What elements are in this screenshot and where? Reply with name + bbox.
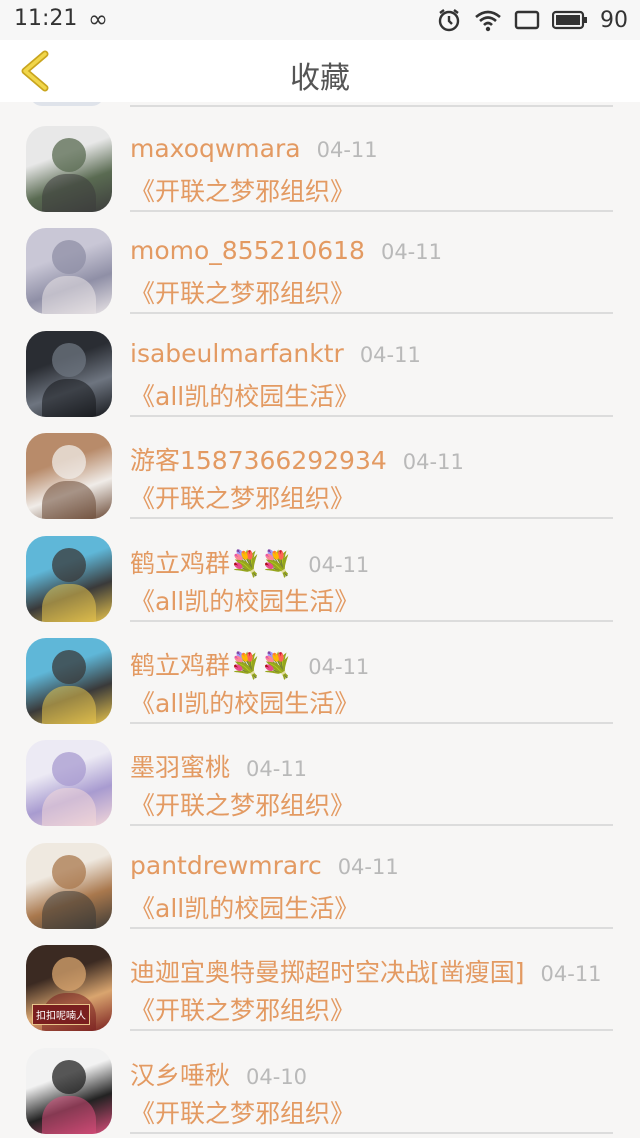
avatar[interactable] bbox=[26, 330, 112, 417]
username[interactable]: maxoqwmara bbox=[130, 134, 301, 163]
item-header: 迪迦宜奥特曼掷超时空决战[凿瘦国] 04-11 bbox=[130, 953, 602, 989]
avatar-figure-body bbox=[42, 686, 96, 724]
alarm-icon bbox=[438, 9, 460, 32]
item-date: 04-10 bbox=[246, 1064, 308, 1089]
avatar-figure bbox=[52, 752, 86, 787]
avatar-figure-body bbox=[42, 890, 96, 929]
list-item[interactable]: 扣扣呢喃人 迪迦宜奥特曼掷超时空决战[凿瘦国] 04-11 《开联之梦邪组织》 bbox=[0, 925, 640, 1032]
item-header: 游客1587366292934 04-11 bbox=[130, 441, 464, 477]
avatar-figure bbox=[52, 854, 86, 889]
item-date: 04-11 bbox=[308, 655, 370, 679]
status-time: 11:21 bbox=[14, 6, 78, 31]
status-bar: 11:21 ∞ 90 bbox=[0, 0, 640, 40]
screen-icon bbox=[514, 10, 540, 30]
avatar[interactable] bbox=[26, 638, 112, 724]
avatar-figure bbox=[52, 138, 86, 172]
avatar-figure-body bbox=[42, 788, 96, 827]
avatar-figure-body bbox=[42, 276, 96, 315]
list-item[interactable]: pantdrewmrarc 04-11 《all凯的校园生活》 bbox=[0, 823, 640, 929]
list-item[interactable]: 墨羽蜜桃 04-11 《开联之梦邪组织》 bbox=[0, 720, 640, 827]
book-title[interactable]: 《开联之梦邪组织》 bbox=[130, 786, 355, 822]
divider bbox=[130, 1131, 613, 1134]
username[interactable]: pantdrewmrarc bbox=[130, 851, 322, 880]
item-date: 04-11 bbox=[540, 962, 602, 987]
list-item[interactable]: isabeulmarfanktr 04-11 《all凯的校园生活》 bbox=[0, 311, 640, 417]
item-header: 汉乡唾秋 04-10 bbox=[130, 1056, 307, 1092]
header-bar: 收藏 bbox=[0, 40, 640, 102]
item-header: maxoqwmara 04-11 bbox=[130, 134, 378, 163]
list-item[interactable]: 游客1587366292934 04-11 《开联之梦邪组织》 bbox=[0, 413, 640, 520]
username[interactable]: isabeulmarfanktr bbox=[130, 339, 344, 368]
favorites-list: maxoqwmara 04-11 《开联之梦邪组织》 momo_855210618… bbox=[0, 102, 640, 1138]
item-date: 04-11 bbox=[316, 138, 378, 162]
username[interactable]: 墨羽蜜桃 bbox=[130, 753, 230, 782]
book-title[interactable]: 《all凯的校园生活》 bbox=[130, 582, 359, 618]
username[interactable]: 汉乡唾秋 bbox=[130, 1061, 230, 1090]
book-title[interactable]: 《开联之梦邪组织》 bbox=[130, 274, 355, 310]
avatar[interactable]: 扣扣呢喃人 bbox=[26, 945, 112, 1032]
item-date: 04-11 bbox=[308, 552, 370, 577]
avatar-figure-body bbox=[42, 378, 96, 417]
avatar-badge: 扣扣呢喃人 bbox=[32, 1004, 90, 1026]
item-header: 鹤立鸡群💐💐 04-11 bbox=[130, 646, 369, 682]
battery-percentage: 90 bbox=[600, 7, 628, 33]
username[interactable]: momo_855210618 bbox=[130, 236, 365, 265]
item-header: 鹤立鸡群💐💐 04-11 bbox=[130, 544, 369, 580]
avatar[interactable] bbox=[26, 433, 112, 520]
avatar-figure bbox=[52, 547, 86, 582]
item-header: isabeulmarfanktr 04-11 bbox=[130, 339, 421, 368]
avatar-figure-body bbox=[42, 1095, 96, 1134]
list-item[interactable]: 鹤立鸡群💐💐 04-11 《all凯的校园生活》 bbox=[0, 516, 640, 622]
page-title: 收藏 bbox=[290, 61, 350, 96]
item-header: momo_855210618 04-11 bbox=[130, 236, 442, 265]
book-title[interactable]: 《开联之梦邪组织》 bbox=[130, 172, 355, 208]
avatar[interactable] bbox=[26, 126, 112, 212]
list-item[interactable]: momo_855210618 04-11 《开联之梦邪组织》 bbox=[0, 208, 640, 315]
avatar-figure bbox=[52, 957, 86, 992]
book-title[interactable]: 《all凯的校园生活》 bbox=[130, 377, 359, 413]
list-item[interactable]: 汉乡唾秋 04-10 《开联之梦邪组织》 bbox=[0, 1028, 640, 1134]
list-item[interactable]: 鹤立鸡群💐💐 04-11 《all凯的校园生活》 bbox=[0, 618, 640, 724]
avatar-figure bbox=[52, 342, 86, 377]
item-date: 04-11 bbox=[359, 342, 421, 367]
avatar-figure-body bbox=[42, 481, 96, 520]
avatar-figure bbox=[52, 650, 86, 684]
username[interactable]: 游客1587366292934 bbox=[130, 446, 387, 475]
book-title[interactable]: 《开联之梦邪组织》 bbox=[130, 991, 355, 1027]
book-title[interactable]: 《all凯的校园生活》 bbox=[130, 889, 359, 925]
book-title[interactable]: 《all凯的校园生活》 bbox=[130, 684, 359, 720]
avatar[interactable] bbox=[26, 228, 112, 315]
avatar-figure bbox=[52, 445, 86, 480]
list-item[interactable]: maxoqwmara 04-11 《开联之梦邪组织》 bbox=[0, 106, 640, 212]
item-date: 04-11 bbox=[402, 450, 464, 475]
item-date: 04-11 bbox=[380, 240, 442, 265]
infinity-icon: ∞ bbox=[88, 5, 108, 33]
book-title[interactable]: 《开联之梦邪组织》 bbox=[130, 479, 355, 515]
avatar[interactable] bbox=[26, 842, 112, 929]
wifi-icon bbox=[475, 10, 501, 32]
avatar[interactable] bbox=[26, 740, 112, 827]
item-header: pantdrewmrarc 04-11 bbox=[130, 851, 399, 880]
avatar-figure-body bbox=[42, 583, 96, 622]
username[interactable]: 鹤立鸡群💐💐 bbox=[130, 651, 292, 680]
avatar[interactable] bbox=[26, 535, 112, 622]
item-date: 04-11 bbox=[337, 854, 399, 879]
avatar-figure bbox=[52, 240, 86, 275]
username[interactable]: 迪迦宜奥特曼掷超时空决战[凿瘦国] bbox=[130, 958, 525, 987]
item-header: 墨羽蜜桃 04-11 bbox=[130, 748, 307, 784]
avatar-figure-body bbox=[42, 174, 96, 212]
avatar-figure bbox=[52, 1059, 86, 1094]
avatar[interactable] bbox=[26, 1047, 112, 1134]
book-title[interactable]: 《开联之梦邪组织》 bbox=[130, 1094, 355, 1130]
battery-icon bbox=[552, 10, 587, 30]
item-date: 04-11 bbox=[246, 757, 308, 782]
username[interactable]: 鹤立鸡群💐💐 bbox=[130, 549, 292, 578]
